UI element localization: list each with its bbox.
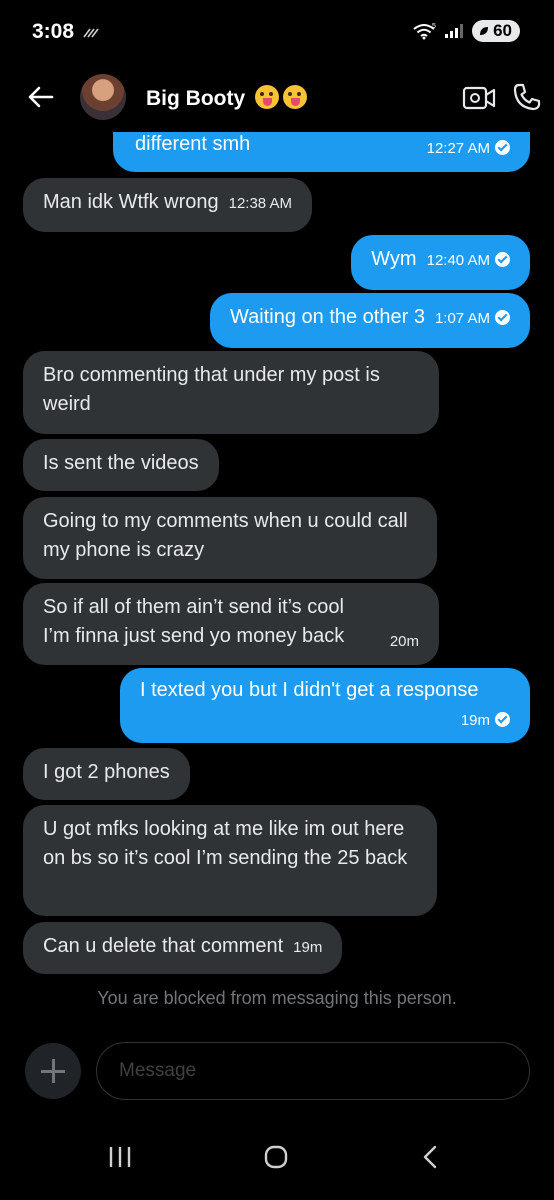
read-check-icon bbox=[495, 712, 510, 727]
message-received[interactable]: Can u delete that comment 19m bbox=[23, 922, 343, 974]
timestamp-text: 12:27 AM bbox=[426, 140, 490, 157]
message-sent[interactable]: Wym 12:40 AM bbox=[351, 235, 530, 290]
message-text: Can u delete that comment bbox=[43, 935, 284, 957]
message-received[interactable]: I got 2 phones bbox=[23, 748, 190, 800]
network-label: 5 bbox=[432, 23, 436, 30]
message-received[interactable]: Going to my comments when u could call m… bbox=[23, 497, 437, 579]
blocked-notice: You are blocked from messaging this pers… bbox=[97, 988, 457, 1008]
tongue-emoji-icon bbox=[255, 85, 279, 109]
back-arrow-icon[interactable] bbox=[26, 82, 56, 112]
message-timestamp: 12:27 AM bbox=[427, 134, 510, 163]
message-text: Wym bbox=[371, 248, 417, 270]
message-timestamp: 12:40 AM bbox=[427, 246, 510, 275]
system-nav-bar bbox=[0, 1120, 554, 1200]
message-text: I texted you but I didn't get a response bbox=[140, 679, 479, 701]
status-icons: 5 60 bbox=[412, 20, 520, 42]
message-timestamp: 19m bbox=[461, 706, 510, 735]
avatar[interactable] bbox=[80, 74, 126, 120]
battery-level: 60 bbox=[493, 21, 512, 40]
message-input[interactable] bbox=[96, 1042, 530, 1100]
back-nav-icon[interactable] bbox=[420, 1144, 440, 1170]
message-text: So if all of them ain’t send it’s cool I… bbox=[43, 596, 345, 647]
timestamp-text: 1:07 AM bbox=[434, 310, 490, 327]
timestamp-text: 19m bbox=[460, 712, 490, 729]
message-received[interactable]: Man idk Wtfk wrong 12:38 AM bbox=[23, 178, 312, 232]
video-call-icon[interactable] bbox=[462, 84, 496, 112]
message-received[interactable]: So if all of them ain’t send it’s cool I… bbox=[23, 583, 439, 665]
message-timestamp: 1:07 AM bbox=[435, 304, 510, 333]
message-sent[interactable]: Waiting on the other 3 1:07 AM bbox=[210, 293, 530, 348]
read-check-icon bbox=[495, 140, 510, 155]
read-check-icon bbox=[495, 252, 510, 267]
message-sent[interactable]: I texted you but I didn't get a response… bbox=[120, 668, 530, 743]
recent-apps-icon[interactable] bbox=[108, 1144, 132, 1170]
message-received[interactable]: Is sent the videos bbox=[23, 439, 219, 491]
message-list[interactable]: different smh 12:27 AM Man idk Wtfk wron… bbox=[0, 132, 554, 1020]
read-check-icon bbox=[495, 310, 510, 325]
conversation-header: Big Booty bbox=[0, 66, 554, 132]
wifi-icon: 5 bbox=[413, 23, 436, 40]
battery-indicator: 60 bbox=[472, 20, 520, 42]
add-media-button[interactable] bbox=[25, 1043, 81, 1099]
message-received[interactable]: U got mfks looking at me like im out her… bbox=[23, 805, 437, 916]
message-text: Going to my comments when u could call m… bbox=[43, 510, 408, 561]
timestamp-text: 12:40 AM bbox=[426, 252, 490, 269]
battery-saver-icon bbox=[480, 27, 489, 35]
message-text: I got 2 phones bbox=[43, 761, 170, 783]
message-timestamp: 19m bbox=[293, 939, 323, 956]
message-text: Is sent the videos bbox=[43, 452, 199, 474]
phone-call-icon[interactable] bbox=[512, 82, 542, 112]
message-text: Man idk Wtfk wrong bbox=[43, 191, 219, 213]
message-text: U got mfks looking at me like im out her… bbox=[43, 818, 408, 869]
tongue-emoji-icon bbox=[283, 85, 307, 109]
contact-name-text: Big Booty bbox=[146, 87, 246, 110]
message-text: Waiting on the other 3 bbox=[230, 306, 425, 328]
message-sent[interactable]: different smh 12:27 AM bbox=[113, 132, 530, 172]
message-received[interactable]: Bro commenting that under my post is wei… bbox=[23, 351, 439, 434]
contact-name[interactable]: Big Booty bbox=[146, 85, 307, 111]
status-time: 3:08 bbox=[32, 20, 75, 43]
message-timestamp: 12:38 AM bbox=[228, 195, 292, 212]
message-timestamp: 20m bbox=[389, 633, 419, 650]
home-icon[interactable] bbox=[263, 1144, 289, 1170]
message-text: different smh bbox=[135, 133, 251, 155]
signal-icon bbox=[445, 24, 464, 38]
status-bar: 3:08 5 60 bbox=[0, 0, 554, 66]
message-text: Bro commenting that under my post is wei… bbox=[43, 364, 380, 415]
notification-icon bbox=[83, 28, 99, 38]
